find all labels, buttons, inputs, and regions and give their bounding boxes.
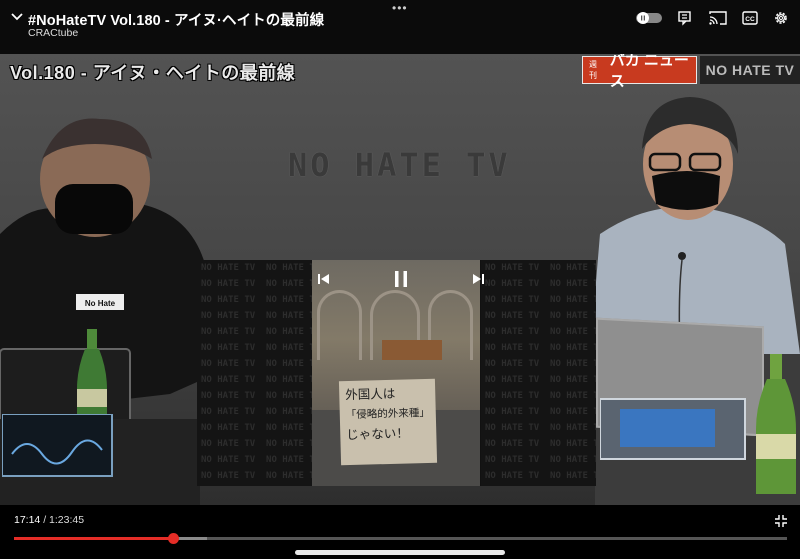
cast-icon[interactable] bbox=[708, 10, 728, 26]
player-controls: 17:14 / 1:23:45 bbox=[0, 505, 800, 559]
save-to-playlist-icon[interactable] bbox=[675, 10, 695, 26]
bottle-right bbox=[756, 354, 796, 494]
video-overlay-title: Vol.180 - アイヌ・ヘイトの最前線 bbox=[10, 63, 296, 83]
previous-icon[interactable] bbox=[315, 270, 333, 288]
acrylic-sign-right bbox=[600, 398, 746, 460]
pip-pattern-left: NO HATE TV NO HATE TV NO HATE TV NO HATE… bbox=[197, 260, 312, 486]
video-player[interactable]: NO HATE TV No Hate Vol.180 - アイヌ・ヘイトの最前線… bbox=[0, 54, 800, 505]
wall-logo: NO HATE TV bbox=[288, 146, 511, 184]
duration: 1:23:45 bbox=[49, 514, 85, 526]
seek-bar-thumb[interactable] bbox=[167, 533, 179, 544]
acrylic-sign-left bbox=[2, 414, 113, 477]
mini-player-preview[interactable]: NO HATE TV NO HATE TV NO HATE TV NO HATE… bbox=[197, 260, 596, 486]
no-hate-tv-badge: NO HATE TV bbox=[700, 56, 800, 84]
pip-photo: 外国人は 「侵略的外来種」 じゃない！ bbox=[312, 260, 480, 486]
top-bar: #NoHateTV Vol.180 - アイヌ·ヘイトの最前線 CRACtube… bbox=[0, 0, 800, 54]
autoplay-toggle-icon[interactable] bbox=[636, 10, 662, 26]
pause-icon[interactable] bbox=[390, 268, 412, 290]
seek-bar-played bbox=[14, 537, 174, 540]
host-right-figure bbox=[590, 97, 800, 354]
time-display: 17:14 / 1:23:45 bbox=[14, 514, 84, 526]
home-indicator[interactable] bbox=[295, 550, 505, 555]
fullscreen-exit-icon[interactable] bbox=[775, 515, 787, 527]
seek-bar[interactable] bbox=[14, 537, 787, 540]
badge-news-label: バカ ニュース bbox=[609, 54, 689, 90]
more-handle-icon[interactable]: ••• bbox=[392, 2, 408, 14]
time-separator: / bbox=[40, 514, 50, 526]
current-time: 17:14 bbox=[14, 514, 41, 526]
protest-sign: 外国人は 「侵略的外来種」 じゃない！ bbox=[338, 378, 438, 466]
chevron-down-icon[interactable] bbox=[10, 10, 24, 24]
baka-news-badge: 週刊 バカ ニュース bbox=[582, 54, 697, 90]
svg-text:No Hate: No Hate bbox=[85, 299, 116, 308]
settings-gear-icon[interactable] bbox=[771, 10, 791, 26]
next-icon[interactable] bbox=[469, 270, 487, 288]
channel-name[interactable]: CRACtube bbox=[28, 27, 78, 39]
svg-text:CC: CC bbox=[745, 16, 755, 23]
pip-pattern-right: NO HATE TV NO HATE TV NO HATE TV NO HATE… bbox=[481, 260, 596, 486]
captions-icon[interactable]: CC bbox=[740, 10, 760, 26]
badge-weekly-label: 週刊 bbox=[589, 60, 597, 80]
